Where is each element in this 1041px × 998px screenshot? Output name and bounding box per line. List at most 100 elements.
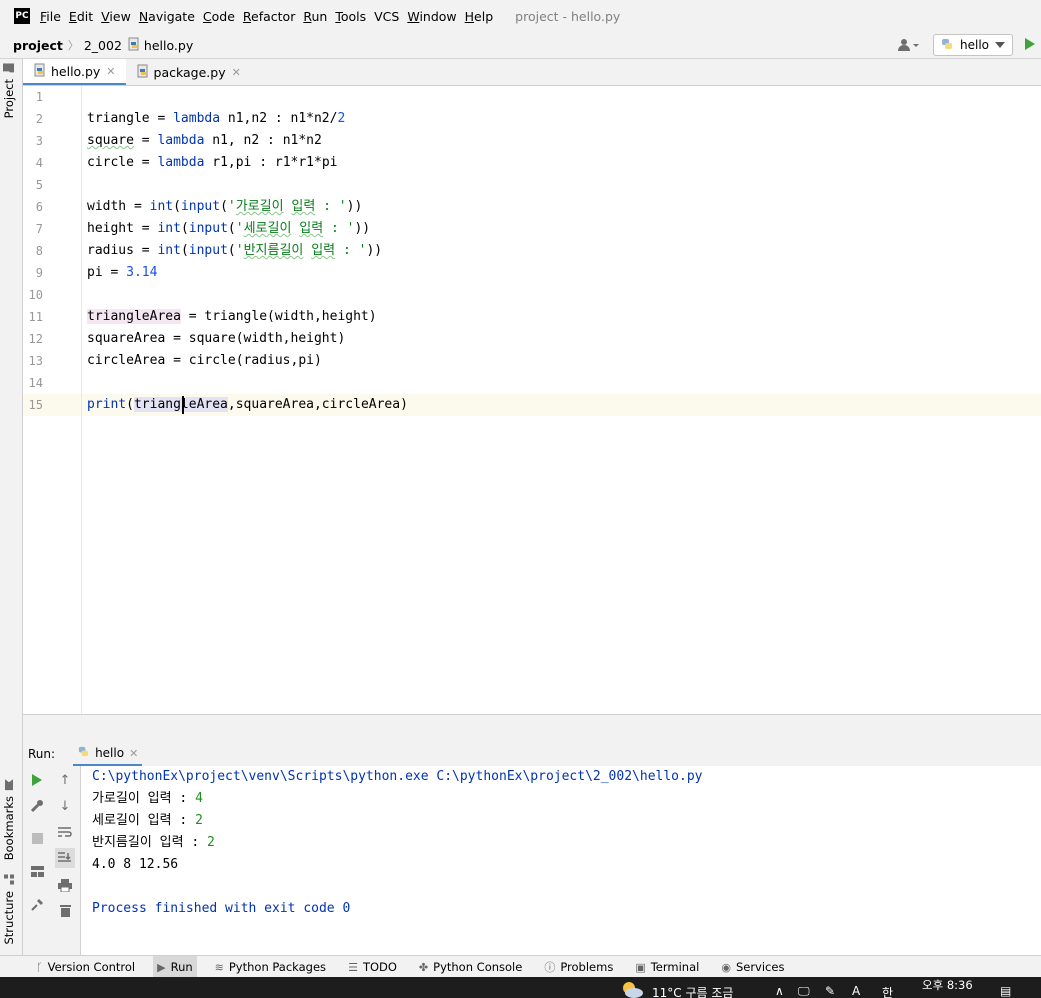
line-number: 10 bbox=[28, 288, 43, 302]
line-number: 8 bbox=[35, 244, 43, 258]
rerun-icon[interactable] bbox=[27, 770, 47, 790]
menu-window[interactable]: Window bbox=[407, 7, 456, 26]
tool-tab-python-console[interactable]: ✤ Python Console bbox=[415, 956, 526, 978]
clock[interactable]: 오후 8:36 bbox=[922, 977, 973, 993]
menu-window-label: indow bbox=[419, 8, 457, 24]
spelling-hint: square bbox=[87, 133, 134, 148]
weather-icon[interactable] bbox=[620, 980, 644, 998]
input-mode-icon[interactable]: A bbox=[852, 984, 860, 998]
menu-edit-mnemonic: E bbox=[68, 8, 77, 24]
project-tool-tab[interactable]: Project bbox=[2, 63, 16, 118]
tool-tab-services[interactable]: ◉ Services bbox=[717, 956, 788, 978]
terminal-icon: ▣ bbox=[635, 960, 646, 974]
intention-bulb-icon[interactable] bbox=[87, 372, 152, 412]
console-command-line: C:\pythonEx\project\venv\Scripts\python.… bbox=[92, 769, 703, 784]
navigation-bar: project 〉 2_002 hello.py hello bbox=[0, 32, 1041, 59]
notification-icon[interactable]: ▤ bbox=[1000, 984, 1011, 998]
menu-refactor[interactable]: Refactor bbox=[243, 7, 295, 26]
wrench-icon[interactable] bbox=[27, 796, 47, 816]
pin-icon[interactable] bbox=[27, 894, 47, 914]
line-number: 13 bbox=[28, 354, 43, 368]
scroll-to-end-icon[interactable] bbox=[55, 848, 75, 868]
breadcrumb-separator-icon: 〉 bbox=[67, 39, 79, 52]
services-icon: ◉ bbox=[721, 960, 731, 974]
code-editor[interactable]: 1 2 3 4 5 6 7 8 9 10 11 12 13 14 15 triangle = lambda … bbox=[23, 86, 1041, 714]
menu-tools[interactable]: Tools bbox=[335, 7, 366, 26]
weather-text[interactable]: 11°C 구름 조금 bbox=[652, 984, 733, 998]
windows-taskbar: 11°C 구름 조금 ∧ 🖵 ✎ A 한 오후 8:36 ▤ bbox=[0, 977, 1041, 998]
pen-icon[interactable]: ✎ bbox=[825, 984, 835, 998]
menu-edit-label: dit bbox=[76, 8, 94, 24]
menu-navigate-mnemonic: N bbox=[138, 8, 149, 24]
close-icon[interactable]: ✕ bbox=[106, 65, 115, 78]
panel-splitter[interactable] bbox=[23, 714, 1041, 743]
ime-indicator[interactable]: 한 bbox=[882, 984, 893, 998]
tool-tab-label: Python Packages bbox=[228, 960, 327, 974]
arrow-up-icon[interactable]: ↑ bbox=[55, 770, 75, 790]
tool-tab-todo[interactable]: ☰ TODO bbox=[344, 956, 401, 978]
close-icon[interactable]: ✕ bbox=[232, 66, 241, 79]
line-number: 15 bbox=[28, 398, 43, 412]
builtin: input bbox=[188, 243, 228, 258]
menu-file[interactable]: File bbox=[40, 7, 61, 26]
code-line-11: triangleArea = triangle(width,height) bbox=[87, 309, 377, 324]
menu-bar: PC File Edit View Navigate Code Refactor… bbox=[0, 0, 1041, 32]
folder-icon bbox=[2, 63, 16, 73]
menu-file-label: ile bbox=[46, 8, 61, 24]
chevron-up-icon[interactable]: ∧ bbox=[775, 984, 784, 998]
line-number: 11 bbox=[28, 310, 43, 324]
run-toolbar-primary bbox=[23, 766, 51, 955]
run-button[interactable] bbox=[1023, 37, 1039, 53]
pycharm-logo-icon: PC bbox=[14, 8, 30, 24]
menu-refactor-label: efactor bbox=[251, 8, 296, 24]
run-console-output[interactable]: C:\pythonEx\project\venv\Scripts\python.… bbox=[81, 766, 1041, 955]
close-icon[interactable]: ✕ bbox=[129, 747, 138, 760]
structure-tool-tab[interactable]: Structure bbox=[2, 875, 16, 945]
line-number: 2 bbox=[35, 112, 43, 126]
tool-tab-version-control[interactable]: ᚴ Version Control bbox=[32, 956, 139, 978]
code-line-7: height = int(input('세로길이 입력 : ')) bbox=[87, 221, 371, 236]
layout-icon[interactable] bbox=[27, 861, 47, 881]
run-configuration-select[interactable]: hello bbox=[933, 34, 1013, 56]
breadcrumb-project[interactable]: project bbox=[13, 38, 63, 53]
run-tab-hello[interactable]: hello ✕ bbox=[73, 742, 143, 766]
number-literal: 2 bbox=[337, 111, 346, 126]
breadcrumb-file[interactable]: hello.py bbox=[144, 38, 193, 53]
menu-navigate[interactable]: Navigate bbox=[139, 7, 195, 26]
menu-run[interactable]: Run bbox=[303, 7, 327, 26]
menu-help[interactable]: Help bbox=[465, 7, 494, 26]
menu-navigate-label: avigate bbox=[148, 8, 195, 24]
tool-tab-problems[interactable]: ⓘ Problems bbox=[540, 956, 617, 978]
user-account-icon[interactable] bbox=[895, 35, 923, 55]
tab-hello-py[interactable]: hello.py ✕ bbox=[23, 59, 126, 85]
builtin: int bbox=[157, 243, 181, 258]
tab-package-py[interactable]: package.py ✕ bbox=[126, 59, 251, 85]
print-icon[interactable] bbox=[55, 875, 75, 895]
python-file-icon bbox=[33, 63, 47, 80]
console-line-1: 가로길이 입력 : 4 bbox=[92, 788, 203, 810]
run-panel-header: Run: hello ✕ bbox=[23, 742, 1041, 767]
console-exit-line: Process finished with exit code 0 bbox=[92, 901, 351, 916]
menu-edit[interactable]: Edit bbox=[69, 7, 93, 26]
menu-view-label: iew bbox=[109, 8, 131, 24]
menu-help-mnemonic: H bbox=[464, 8, 475, 24]
trash-icon[interactable] bbox=[55, 900, 75, 920]
editor-tab-bar: hello.py ✕ package.py ✕ bbox=[23, 59, 1041, 86]
line-number: 14 bbox=[28, 376, 43, 390]
menu-tools-label: ools bbox=[340, 8, 367, 24]
bookmarks-tool-tab[interactable]: Bookmarks bbox=[2, 779, 16, 860]
tool-tab-run[interactable]: ▶ Run bbox=[153, 956, 197, 978]
tool-tab-terminal[interactable]: ▣ Terminal bbox=[631, 956, 703, 978]
arrow-down-icon[interactable]: ↓ bbox=[55, 796, 75, 816]
python-file-icon bbox=[127, 37, 141, 54]
stop-icon[interactable] bbox=[27, 828, 47, 848]
breadcrumb-folder[interactable]: 2_002 bbox=[84, 38, 122, 53]
menu-vcs[interactable]: VCS bbox=[374, 7, 399, 26]
menu-code[interactable]: Code bbox=[203, 7, 235, 26]
menu-view[interactable]: View bbox=[101, 7, 131, 26]
network-icon[interactable]: 🖵 bbox=[798, 984, 810, 998]
soft-wrap-icon[interactable] bbox=[55, 823, 75, 843]
menu-vcs-label: VCS bbox=[374, 8, 400, 24]
console-input-value: 2 bbox=[195, 813, 203, 828]
tool-tab-python-packages[interactable]: ≋ Python Packages bbox=[211, 956, 330, 978]
